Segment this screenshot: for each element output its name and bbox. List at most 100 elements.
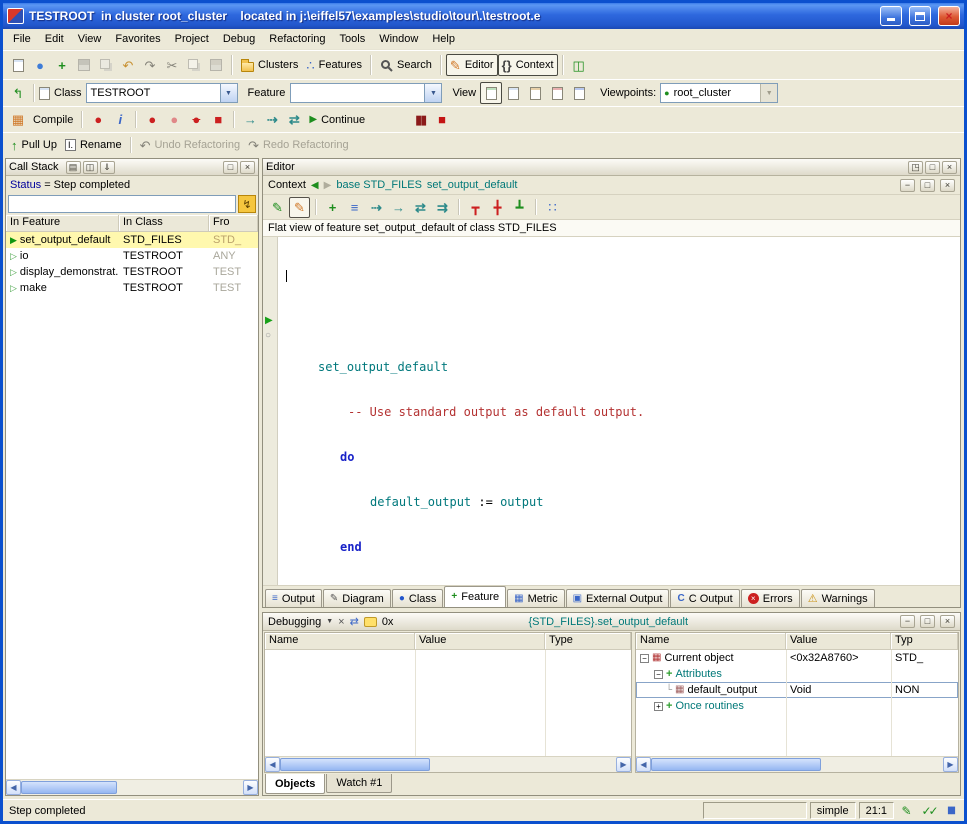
menu-help[interactable]: Help: [425, 30, 462, 48]
continue-button[interactable]: ▶ Continue: [305, 109, 369, 131]
compile-button[interactable]: Compile: [29, 109, 77, 131]
search-button[interactable]: Search: [376, 54, 436, 76]
tab-objects[interactable]: Objects: [265, 774, 325, 794]
debugging-menu-arrow-icon[interactable]: ▼: [326, 618, 333, 625]
step-over-button[interactable]: ⇢: [261, 109, 283, 131]
scroll-track[interactable]: [280, 757, 616, 772]
tab-metric[interactable]: ▦Metric: [507, 589, 564, 607]
history-forward-icon[interactable]: ▶: [324, 180, 332, 191]
tab-output[interactable]: ≡Output: [265, 589, 322, 607]
debugging-swap-icon[interactable]: ⇄: [350, 615, 359, 628]
debugging-maximize-icon[interactable]: □: [920, 615, 935, 628]
enable-breakpoints-button[interactable]: ●: [141, 109, 163, 131]
call-stack-row[interactable]: ▶set_output_default STD_FILES STD_: [6, 232, 258, 248]
compiled-state-icon[interactable]: ✓✓: [919, 804, 938, 818]
edit-feature-button[interactable]: ✎: [267, 197, 288, 218]
object-tree-row[interactable]: ++Once routines: [636, 698, 958, 714]
watch-column-value[interactable]: Value: [415, 633, 545, 650]
view-flat-button[interactable]: [524, 82, 546, 104]
menu-view[interactable]: View: [71, 30, 109, 48]
scroll-right-icon[interactable]: ▶: [243, 780, 258, 795]
tab-external-output[interactable]: ▣External Output: [566, 589, 670, 607]
debugger-state-icon[interactable]: ▮▮: [941, 805, 960, 816]
code-text[interactable]: set_output_default -- Use standard outpu…: [278, 237, 960, 585]
add-button[interactable]: +: [51, 54, 73, 76]
app-icon[interactable]: [7, 8, 24, 24]
class-combo[interactable]: TESTROOT ▼: [86, 83, 238, 103]
editor-close-icon[interactable]: ×: [942, 161, 957, 174]
scroll-thumb[interactable]: [280, 758, 430, 771]
ancestors-button[interactable]: ┳: [465, 197, 486, 218]
call-stack-window-icon[interactable]: ◫: [83, 161, 98, 174]
hex-toggle[interactable]: 0x: [382, 616, 394, 628]
open-button[interactable]: ●: [29, 54, 51, 76]
context-maximize-icon[interactable]: □: [920, 179, 935, 192]
view-contract-button[interactable]: [546, 82, 568, 104]
call-stack-row[interactable]: ▷make TESTROOT TEST: [6, 280, 258, 296]
view-basic-button[interactable]: [480, 82, 502, 104]
paste-button[interactable]: [205, 54, 227, 76]
minimize-button[interactable]: [880, 6, 902, 26]
collapse-icon[interactable]: −: [640, 654, 649, 663]
collapse-icon[interactable]: −: [654, 670, 663, 679]
code-area[interactable]: ▶ ○ set_output_default -- Use standard o…: [263, 237, 960, 585]
column-from[interactable]: Fro: [209, 215, 258, 232]
maximize-button[interactable]: [909, 6, 931, 26]
diagram-tool-button[interactable]: ◫: [568, 54, 590, 76]
menu-window[interactable]: Window: [372, 30, 425, 48]
viewpoints-combo[interactable]: ● root_cluster ▼: [660, 83, 778, 103]
new-feature-button[interactable]: ⇢: [366, 197, 387, 218]
expand-icon[interactable]: +: [654, 702, 663, 711]
send-to-button[interactable]: ↰: [7, 82, 29, 104]
rename-button[interactable]: I. Rename: [61, 134, 126, 156]
context-close-icon[interactable]: ×: [940, 179, 955, 192]
scroll-left-icon[interactable]: ◀: [6, 780, 21, 795]
context-toggle-button[interactable]: {} Context: [498, 54, 558, 76]
stop-button[interactable]: ■: [431, 109, 453, 131]
tab-watch-1[interactable]: Watch #1: [326, 774, 392, 793]
cut-button[interactable]: ✂: [161, 54, 183, 76]
save-all-button[interactable]: [95, 54, 117, 76]
tab-c-output[interactable]: CC Output: [670, 589, 739, 607]
implementers-button[interactable]: ⇉: [432, 197, 453, 218]
object-tree-row[interactable]: −▦Current object <0x32A8760> STD_: [636, 650, 958, 666]
breadcrumb-class[interactable]: base STD_FILES: [336, 179, 422, 191]
breakpoint-window-button[interactable]: ■: [207, 109, 229, 131]
clusters-button[interactable]: Clusters: [237, 54, 302, 76]
feature-combo[interactable]: ▼: [290, 83, 442, 103]
editor-undock-icon[interactable]: ◳: [908, 161, 923, 174]
column-in-class[interactable]: In Class: [119, 215, 209, 232]
clients-button[interactable]: ┻: [509, 197, 530, 218]
context-minimize-icon[interactable]: −: [900, 179, 915, 192]
pull-up-button[interactable]: ↑ Pull Up: [7, 134, 61, 156]
watch-table-body[interactable]: [265, 650, 631, 756]
menu-refactoring[interactable]: Refactoring: [262, 30, 332, 48]
remove-breakpoints-button[interactable]: ●: [185, 109, 207, 131]
menu-favorites[interactable]: Favorites: [108, 30, 167, 48]
view-interface-button[interactable]: [568, 82, 590, 104]
callers-button[interactable]: →: [388, 197, 409, 218]
editor-gutter[interactable]: ▶ ○: [263, 237, 278, 585]
debugging-close-icon[interactable]: ×: [338, 616, 344, 628]
menu-file[interactable]: File: [6, 30, 38, 48]
objects-table-body[interactable]: −▦Current object <0x32A8760> STD_ −+Attr…: [636, 650, 958, 756]
view-clickable-button[interactable]: [502, 82, 524, 104]
pause-button[interactable]: ▮▮: [409, 109, 431, 131]
history-back-icon[interactable]: ◀: [311, 180, 319, 191]
features-button[interactable]: ∴ Features: [302, 54, 366, 76]
editable-state-icon[interactable]: ✎: [897, 804, 916, 818]
homonyms-button[interactable]: ∷: [542, 197, 563, 218]
debugging-note-icon[interactable]: [364, 617, 377, 627]
tab-class[interactable]: ●Class: [392, 589, 444, 607]
menu-edit[interactable]: Edit: [38, 30, 71, 48]
breakpoint-slot-icon[interactable]: ○: [265, 331, 271, 341]
step-into-button[interactable]: →: [239, 109, 261, 131]
objects-column-name[interactable]: Name: [636, 633, 786, 650]
redo-refactoring-button[interactable]: ↷ Redo Refactoring: [244, 134, 353, 156]
scroll-left-icon[interactable]: ◀: [636, 757, 651, 772]
stack-depth-icon[interactable]: ↯: [238, 195, 256, 213]
redo-button[interactable]: ↷: [139, 54, 161, 76]
new-document-button[interactable]: [7, 54, 29, 76]
debugging-panel-close-icon[interactable]: ×: [940, 615, 955, 628]
scroll-thumb[interactable]: [21, 781, 117, 794]
